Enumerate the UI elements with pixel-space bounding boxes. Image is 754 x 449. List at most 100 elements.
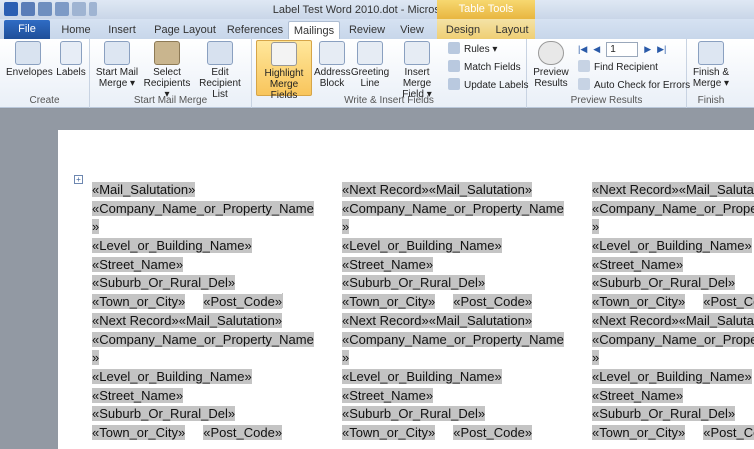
merge-field: «Suburb_Or_Rural_Del»: [92, 406, 236, 422]
address-block-button[interactable]: Address Block: [314, 41, 351, 89]
finish-merge-icon: [698, 41, 724, 65]
auto-check-errors-button[interactable]: Auto Check for Errors: [578, 78, 690, 94]
merge-field: «Suburb_Or_Rural_Del»: [342, 275, 486, 291]
greeting-line-button[interactable]: Greeting Line: [350, 41, 390, 89]
tab-mailings[interactable]: Mailings: [288, 21, 340, 39]
ribbon: Envelopes Labels Create Start Mail Merge…: [0, 39, 754, 108]
labels-button[interactable]: Labels: [54, 41, 88, 78]
text-cursor: [282, 293, 284, 309]
edit-list-icon: [207, 41, 233, 65]
merge-field: «Mail_Salutation»: [92, 182, 196, 197]
merge-field: «Town_or_City»: [92, 424, 186, 440]
merge-field: «Mail_Salutation»: [178, 312, 283, 328]
next-record-field: «Next Record»: [592, 182, 679, 197]
previous-record-icon[interactable]: ◀: [593, 44, 600, 55]
merge-field: «Post_Code»: [203, 424, 283, 440]
match-fields-button[interactable]: Match Fields: [448, 60, 521, 76]
merge-field: «Post_Code»: [453, 294, 533, 310]
preview-results-button[interactable]: Preview Results: [531, 41, 571, 89]
envelope-icon: [15, 41, 41, 65]
select-recipients-button[interactable]: Select Recipients ▾: [140, 41, 194, 100]
merge-field: »: [92, 219, 100, 235]
insert-field-icon: [404, 41, 430, 65]
next-record-field: «Next Record»: [342, 312, 429, 328]
greeting-line-icon: [357, 41, 383, 65]
merge-field: «Company_Name_or_Property_Name: [92, 200, 314, 216]
ribbon-tabs: File Home Insert Page Layout References …: [0, 19, 754, 39]
merge-field: «Suburb_Or_Rural_Del»: [592, 275, 736, 291]
highlight-fields-icon: [271, 42, 297, 66]
insert-merge-field-button[interactable]: Insert Merge Field ▾: [389, 41, 445, 100]
table-move-handle-icon[interactable]: +: [74, 175, 83, 184]
next-record-field: «Next Record»: [92, 312, 179, 328]
merge-field: »: [342, 219, 350, 235]
rules-button[interactable]: Rules ▾: [448, 42, 497, 58]
merge-field: «Post_Code»: [703, 424, 754, 440]
tab-file[interactable]: File: [4, 20, 50, 39]
auto-check-icon: [578, 78, 590, 90]
start-mail-merge-button[interactable]: Start Mail Merge ▾: [92, 41, 142, 89]
tab-layout[interactable]: Layout: [490, 21, 534, 39]
first-record-icon[interactable]: |◀: [578, 44, 587, 55]
tab-insert[interactable]: Insert: [100, 21, 144, 39]
document-page[interactable]: + «Mail_Salutation» «Company_Name_or_Pro…: [58, 130, 754, 449]
label-cell[interactable]: «Next Record»«Mail_Salutation» «Company_…: [592, 181, 754, 443]
find-recipient-button[interactable]: Find Recipient: [578, 60, 658, 76]
merge-field: «Mail_Salutation»: [678, 182, 754, 197]
merge-field: «Suburb_Or_Rural_Del»: [592, 406, 736, 422]
finish-merge-button[interactable]: Finish & Merge ▾: [691, 41, 731, 89]
group-finish: Finish & Merge ▾ Finish: [687, 39, 754, 108]
merge-field: «Town_or_City»: [92, 294, 186, 310]
highlight-merge-fields-button[interactable]: Highlight Merge Fields: [256, 40, 312, 101]
match-fields-icon: [448, 60, 460, 72]
label-cell[interactable]: «Mail_Salutation» «Company_Name_or_Prope…: [92, 181, 324, 443]
edit-recipient-list-button[interactable]: Edit Recipient List: [190, 41, 250, 100]
merge-field: «Street_Name»: [592, 256, 684, 272]
recipients-icon: [154, 41, 180, 65]
next-record-icon[interactable]: ▶: [644, 44, 651, 55]
document-area: + «Mail_Salutation» «Company_Name_or_Pro…: [0, 109, 754, 449]
merge-field: «Street_Name»: [92, 256, 184, 272]
group-create: Envelopes Labels Create: [0, 39, 90, 108]
tab-references[interactable]: References: [224, 21, 286, 39]
label-cell[interactable]: «Next Record»«Mail_Salutation» «Company_…: [342, 181, 574, 443]
merge-field: «Company_Name_or_Property_Name: [342, 331, 564, 347]
next-record-field: «Next Record»: [342, 182, 429, 197]
group-start-mail-merge: Start Mail Merge ▾ Select Recipients ▾ E…: [90, 39, 252, 108]
merge-field: »: [592, 350, 600, 366]
merge-field: »: [342, 350, 350, 366]
merge-field: »: [592, 219, 600, 235]
preview-abc-icon: [538, 41, 564, 65]
merge-field: «Suburb_Or_Rural_Del»: [92, 275, 236, 291]
merge-field: «Mail_Salutation»: [678, 312, 754, 328]
update-labels-button[interactable]: Update Labels: [448, 78, 529, 94]
group-preview-results: Preview Results |◀ ◀ 1 ▶ ▶| Find Recipie…: [527, 39, 690, 108]
merge-field: «Town_or_City»: [342, 424, 436, 440]
tab-view[interactable]: View: [394, 21, 430, 39]
record-navigation: |◀ ◀ 1 ▶ ▶|: [578, 42, 666, 57]
merge-field: «Street_Name»: [592, 387, 684, 403]
merge-field: «Company_Name_or_Property_Name: [592, 200, 754, 216]
update-labels-icon: [448, 78, 460, 90]
merge-field: «Mail_Salutation»: [428, 182, 533, 197]
merge-field: «Level_or_Building_Name»: [92, 238, 252, 254]
merge-field: «Post_Code»: [203, 294, 283, 310]
tab-design[interactable]: Design: [440, 21, 486, 39]
envelopes-button[interactable]: Envelopes: [6, 41, 53, 78]
merge-field: «Company_Name_or_Property_Name: [92, 331, 314, 347]
tab-page-layout[interactable]: Page Layout: [150, 21, 220, 39]
last-record-icon[interactable]: ▶|: [657, 44, 666, 55]
find-recipient-icon: [578, 60, 590, 72]
tab-home[interactable]: Home: [56, 21, 96, 39]
next-record-field: «Next Record»: [592, 312, 679, 328]
rules-icon: [448, 42, 460, 54]
group-write-insert-fields: Highlight Merge Fields Address Block Gre…: [252, 39, 529, 108]
record-number-input[interactable]: 1: [606, 42, 639, 57]
window-title: Label Test Word 2010.dot - Microsoft Wor…: [272, 4, 482, 16]
merge-field: «Town_or_City»: [592, 294, 686, 310]
merge-field: «Town_or_City»: [592, 424, 686, 440]
tab-review[interactable]: Review: [345, 21, 389, 39]
merge-field: «Level_or_Building_Name»: [342, 238, 502, 254]
merge-field: «Street_Name»: [342, 387, 434, 403]
labels-icon: [60, 41, 82, 65]
